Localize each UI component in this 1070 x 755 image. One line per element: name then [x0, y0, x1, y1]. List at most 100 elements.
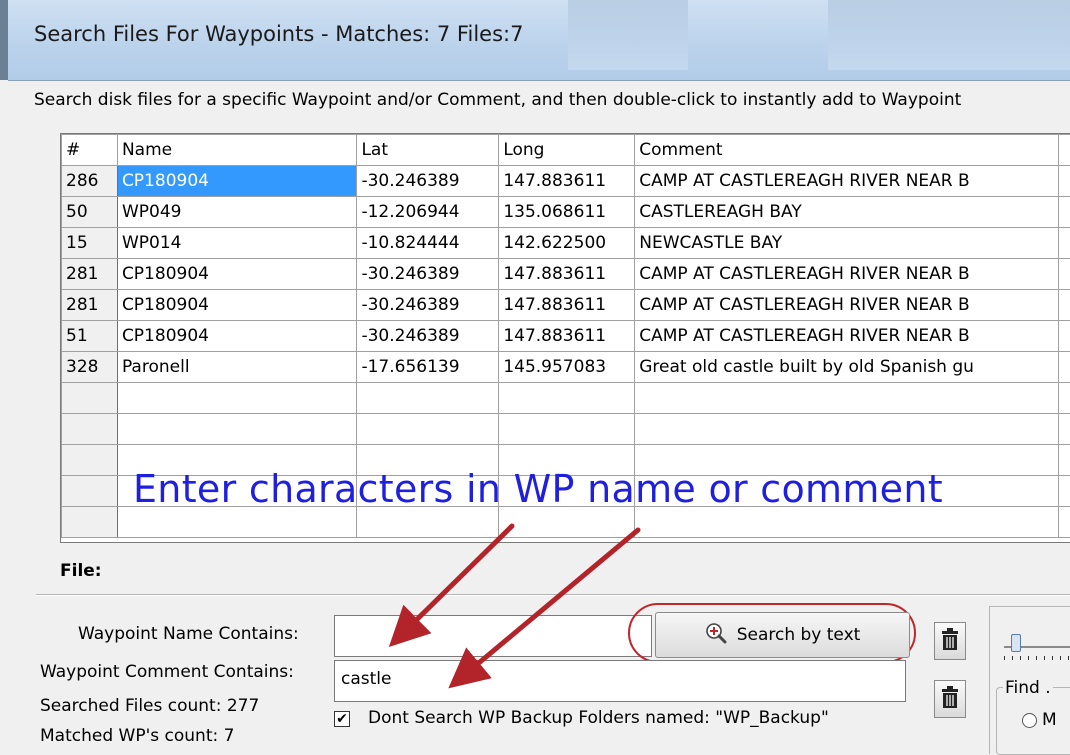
cell-number: 281 — [62, 290, 118, 321]
table-row[interactable]: 281CP180904-30.246389147.883611CAMP AT C… — [62, 259, 1070, 290]
cell-comment: CAMP AT CASTLEREAGH RIVER NEAR B — [635, 321, 1059, 352]
cell-extra — [1058, 321, 1070, 352]
cell-number: 15 — [62, 228, 118, 259]
cell-number: 328 — [62, 352, 118, 383]
backup-folder-checkbox[interactable]: ✔ — [334, 711, 350, 727]
trash-can-icon — [940, 685, 960, 713]
slider-thumb[interactable] — [1011, 634, 1021, 652]
table-row[interactable]: 50WP049-12.206944135.068611CASTLEREAGH B… — [62, 197, 1070, 228]
cell-extra — [1058, 414, 1070, 445]
waypoint-name-label: Waypoint Name Contains: — [78, 624, 299, 644]
matched-wp-count: Matched WP's count: 7 — [40, 726, 234, 746]
trash-can-icon — [940, 627, 960, 655]
cell-number — [62, 476, 118, 507]
cell-extra — [1058, 197, 1070, 228]
cell-lat: -12.206944 — [357, 197, 499, 228]
cell-number: 286 — [62, 166, 118, 197]
cell-extra — [1058, 259, 1070, 290]
cell-long: 145.957083 — [499, 352, 635, 383]
cell-long: 147.883611 — [499, 290, 635, 321]
search-by-text-button[interactable]: Search by text — [655, 612, 910, 658]
column-header-lat[interactable]: Lat — [357, 135, 499, 166]
annotation-text: Enter characters in WP name or comment — [133, 467, 943, 511]
table-row[interactable]: 51CP180904-30.246389147.883611CAMP AT CA… — [62, 321, 1070, 352]
cell-comment: Great old castle built by old Spanish gu — [635, 352, 1059, 383]
cell-number — [62, 383, 118, 414]
title-bar: Search Files For Waypoints - Matches: 7 … — [0, 0, 1070, 80]
cell-long: 142.622500 — [499, 228, 635, 259]
cell-name: CP180904 — [117, 259, 357, 290]
cell-lat: -30.246389 — [357, 166, 499, 197]
cell-lat: -10.824444 — [357, 228, 499, 259]
cell-extra — [1058, 383, 1070, 414]
cell-comment — [635, 383, 1059, 414]
backup-folder-checkbox-label: Dont Search WP Backup Folders named: "WP… — [368, 708, 829, 728]
cell-comment: CAMP AT CASTLEREAGH RIVER NEAR B — [635, 166, 1059, 197]
search-button-label: Search by text — [737, 625, 861, 645]
cell-long — [499, 507, 635, 538]
clear-comment-button[interactable] — [934, 680, 966, 718]
clear-name-button[interactable] — [934, 622, 966, 660]
waypoint-comment-label: Waypoint Comment Contains: — [40, 662, 294, 682]
cell-comment — [635, 507, 1059, 538]
background-blur — [568, 0, 688, 70]
cell-name — [117, 507, 357, 538]
radio-option-label[interactable]: M — [1022, 710, 1057, 730]
table-row[interactable]: 281CP180904-30.246389147.883611CAMP AT C… — [62, 290, 1070, 321]
waypoint-name-input[interactable] — [334, 615, 652, 657]
cell-extra — [1058, 290, 1070, 321]
table-row[interactable]: 328Paronell-17.656139145.957083Great old… — [62, 352, 1070, 383]
magnifier-plus-icon — [705, 622, 727, 649]
cell-name: CP180904 — [117, 290, 357, 321]
cell-name: CP180904 — [117, 166, 357, 197]
radio-button-icon — [1022, 713, 1037, 728]
background-blur — [828, 0, 1070, 70]
cell-comment: CAMP AT CASTLEREAGH RIVER NEAR B — [635, 259, 1059, 290]
cell-extra — [1058, 166, 1070, 197]
cell-extra — [1058, 507, 1070, 538]
cell-long: 147.883611 — [499, 166, 635, 197]
cell-name — [117, 383, 357, 414]
cell-name: CP180904 — [117, 321, 357, 352]
cell-name: Paronell — [117, 352, 357, 383]
cell-comment: NEWCASTLE BAY — [635, 228, 1059, 259]
cell-number — [62, 445, 118, 476]
cell-extra — [1058, 352, 1070, 383]
column-header-name[interactable]: Name — [117, 135, 357, 166]
cell-lat: -30.246389 — [357, 321, 499, 352]
cell-long — [499, 383, 635, 414]
cell-lat — [357, 507, 499, 538]
cell-name — [117, 414, 357, 445]
window-title: Search Files For Waypoints - Matches: 7 … — [34, 22, 523, 46]
cell-comment: CASTLEREAGH BAY — [635, 197, 1059, 228]
find-group-label: Find . — [1003, 678, 1053, 698]
column-header-long[interactable]: Long — [499, 135, 635, 166]
cell-long: 147.883611 — [499, 259, 635, 290]
table-row[interactable]: 15WP014-10.824444142.622500NEWCASTLE BAY — [62, 228, 1070, 259]
slider-ticks — [1004, 656, 1070, 660]
cell-name: WP014 — [117, 228, 357, 259]
table-row[interactable] — [62, 414, 1070, 445]
column-header-num[interactable]: # — [62, 135, 118, 166]
instruction-text: Search disk files for a specific Waypoin… — [34, 90, 961, 110]
cell-number — [62, 507, 118, 538]
cell-lat — [357, 383, 499, 414]
searched-files-count: Searched Files count: 277 — [40, 696, 259, 716]
cell-extra — [1058, 228, 1070, 259]
cell-number: 51 — [62, 321, 118, 352]
table-row[interactable]: 286CP180904-30.246389147.883611CAMP AT C… — [62, 166, 1070, 197]
waypoint-comment-input[interactable]: castle — [334, 660, 906, 702]
cell-extra — [1058, 476, 1070, 507]
cell-long: 147.883611 — [499, 321, 635, 352]
cell-comment: CAMP AT CASTLEREAGH RIVER NEAR B — [635, 290, 1059, 321]
cell-lat — [357, 414, 499, 445]
table-row[interactable] — [62, 383, 1070, 414]
cell-name: WP049 — [117, 197, 357, 228]
cell-lat: -30.246389 — [357, 290, 499, 321]
column-header-comment[interactable]: Comment — [635, 135, 1059, 166]
file-label: File: — [60, 561, 102, 581]
table-row[interactable] — [62, 507, 1070, 538]
cell-comment — [635, 414, 1059, 445]
cell-number — [62, 414, 118, 445]
divider — [36, 594, 1070, 596]
